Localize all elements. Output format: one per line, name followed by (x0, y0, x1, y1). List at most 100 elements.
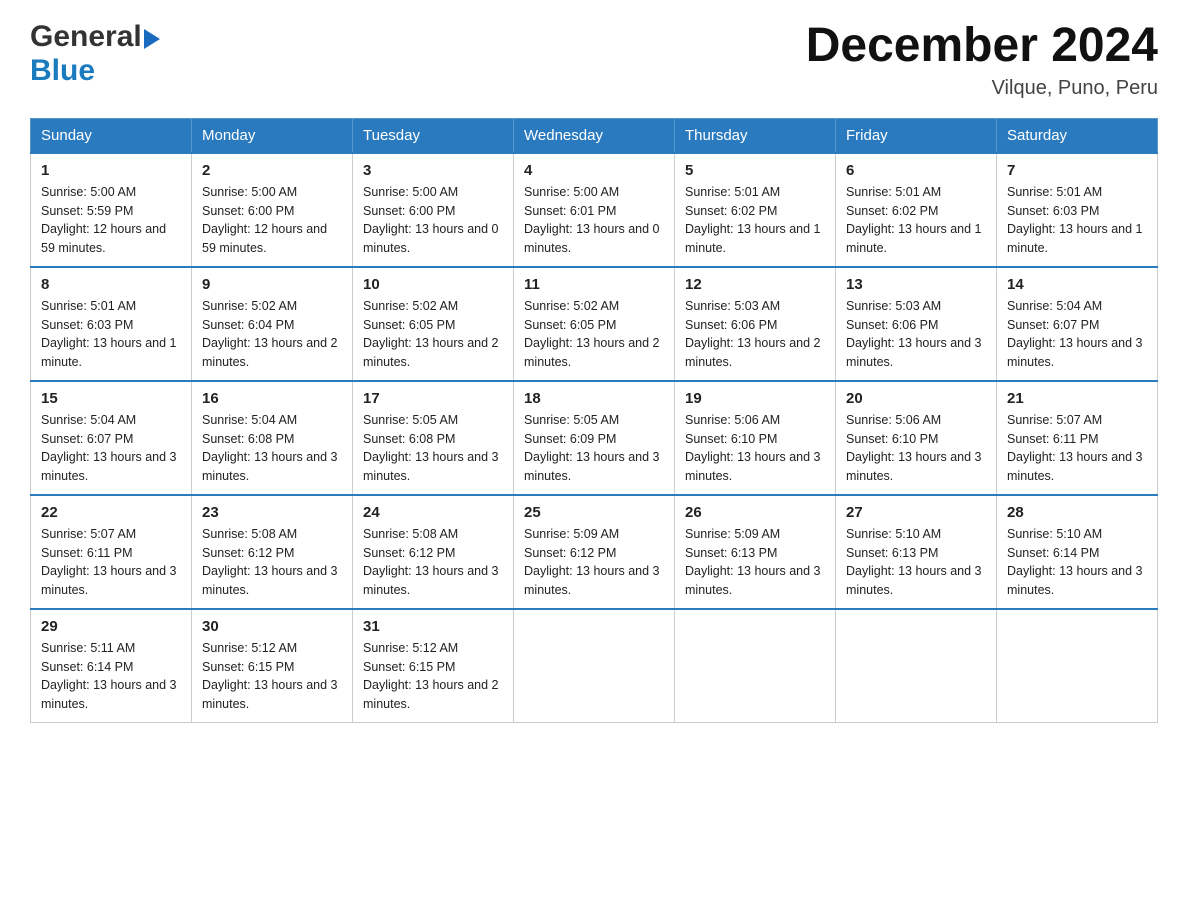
day-number: 24 (363, 504, 503, 521)
day-number: 17 (363, 390, 503, 407)
day-number: 18 (524, 390, 664, 407)
table-row: 24 Sunrise: 5:08 AMSunset: 6:12 PMDaylig… (353, 495, 514, 609)
day-info: Sunrise: 5:00 AMSunset: 6:01 PMDaylight:… (524, 185, 660, 255)
day-info: Sunrise: 5:00 AMSunset: 6:00 PMDaylight:… (202, 185, 327, 255)
table-row: 29 Sunrise: 5:11 AMSunset: 6:14 PMDaylig… (31, 609, 192, 723)
day-number: 19 (685, 390, 825, 407)
table-row: 4 Sunrise: 5:00 AMSunset: 6:01 PMDayligh… (514, 153, 675, 267)
calendar-week-4: 22 Sunrise: 5:07 AMSunset: 6:11 PMDaylig… (31, 495, 1158, 609)
day-number: 6 (846, 162, 986, 179)
table-row: 9 Sunrise: 5:02 AMSunset: 6:04 PMDayligh… (192, 267, 353, 381)
table-row: 8 Sunrise: 5:01 AMSunset: 6:03 PMDayligh… (31, 267, 192, 381)
day-info: Sunrise: 5:05 AMSunset: 6:09 PMDaylight:… (524, 413, 660, 483)
title-block: December 2024 Vilque, Puno, Peru (806, 20, 1158, 100)
calendar-week-2: 8 Sunrise: 5:01 AMSunset: 6:03 PMDayligh… (31, 267, 1158, 381)
page-header: General Blue December 2024 Vilque, Puno,… (30, 20, 1158, 100)
day-info: Sunrise: 5:00 AMSunset: 5:59 PMDaylight:… (41, 185, 166, 255)
table-row: 2 Sunrise: 5:00 AMSunset: 6:00 PMDayligh… (192, 153, 353, 267)
day-number: 10 (363, 276, 503, 293)
day-number: 13 (846, 276, 986, 293)
table-row: 12 Sunrise: 5:03 AMSunset: 6:06 PMDaylig… (675, 267, 836, 381)
day-number: 25 (524, 504, 664, 521)
day-info: Sunrise: 5:12 AMSunset: 6:15 PMDaylight:… (363, 641, 499, 711)
col-header-thursday: Thursday (675, 118, 836, 153)
day-info: Sunrise: 5:09 AMSunset: 6:13 PMDaylight:… (685, 527, 821, 597)
day-info: Sunrise: 5:09 AMSunset: 6:12 PMDaylight:… (524, 527, 660, 597)
day-info: Sunrise: 5:03 AMSunset: 6:06 PMDaylight:… (685, 299, 821, 369)
day-number: 5 (685, 162, 825, 179)
col-header-sunday: Sunday (31, 118, 192, 153)
calendar-week-5: 29 Sunrise: 5:11 AMSunset: 6:14 PMDaylig… (31, 609, 1158, 723)
day-number: 28 (1007, 504, 1147, 521)
table-row: 6 Sunrise: 5:01 AMSunset: 6:02 PMDayligh… (836, 153, 997, 267)
table-row: 30 Sunrise: 5:12 AMSunset: 6:15 PMDaylig… (192, 609, 353, 723)
day-info: Sunrise: 5:04 AMSunset: 6:07 PMDaylight:… (1007, 299, 1143, 369)
table-row: 18 Sunrise: 5:05 AMSunset: 6:09 PMDaylig… (514, 381, 675, 495)
calendar-week-3: 15 Sunrise: 5:04 AMSunset: 6:07 PMDaylig… (31, 381, 1158, 495)
day-info: Sunrise: 5:02 AMSunset: 6:05 PMDaylight:… (524, 299, 660, 369)
day-number: 14 (1007, 276, 1147, 293)
table-row: 20 Sunrise: 5:06 AMSunset: 6:10 PMDaylig… (836, 381, 997, 495)
table-row: 5 Sunrise: 5:01 AMSunset: 6:02 PMDayligh… (675, 153, 836, 267)
table-row (514, 609, 675, 723)
day-info: Sunrise: 5:03 AMSunset: 6:06 PMDaylight:… (846, 299, 982, 369)
day-info: Sunrise: 5:10 AMSunset: 6:13 PMDaylight:… (846, 527, 982, 597)
day-info: Sunrise: 5:07 AMSunset: 6:11 PMDaylight:… (1007, 413, 1143, 483)
day-info: Sunrise: 5:05 AMSunset: 6:08 PMDaylight:… (363, 413, 499, 483)
col-header-monday: Monday (192, 118, 353, 153)
table-row: 11 Sunrise: 5:02 AMSunset: 6:05 PMDaylig… (514, 267, 675, 381)
day-info: Sunrise: 5:08 AMSunset: 6:12 PMDaylight:… (363, 527, 499, 597)
table-row: 22 Sunrise: 5:07 AMSunset: 6:11 PMDaylig… (31, 495, 192, 609)
table-row: 23 Sunrise: 5:08 AMSunset: 6:12 PMDaylig… (192, 495, 353, 609)
day-number: 21 (1007, 390, 1147, 407)
table-row: 1 Sunrise: 5:00 AMSunset: 5:59 PMDayligh… (31, 153, 192, 267)
col-header-saturday: Saturday (997, 118, 1158, 153)
day-number: 30 (202, 618, 342, 635)
logo-general-text: General (30, 20, 142, 54)
day-info: Sunrise: 5:06 AMSunset: 6:10 PMDaylight:… (846, 413, 982, 483)
calendar-week-1: 1 Sunrise: 5:00 AMSunset: 5:59 PMDayligh… (31, 153, 1158, 267)
day-number: 2 (202, 162, 342, 179)
table-row: 7 Sunrise: 5:01 AMSunset: 6:03 PMDayligh… (997, 153, 1158, 267)
col-header-friday: Friday (836, 118, 997, 153)
month-title: December 2024 (806, 20, 1158, 73)
day-number: 15 (41, 390, 181, 407)
day-number: 23 (202, 504, 342, 521)
day-info: Sunrise: 5:06 AMSunset: 6:10 PMDaylight:… (685, 413, 821, 483)
day-number: 12 (685, 276, 825, 293)
logo-arrow-icon (144, 29, 160, 49)
table-row (675, 609, 836, 723)
day-number: 4 (524, 162, 664, 179)
table-row: 27 Sunrise: 5:10 AMSunset: 6:13 PMDaylig… (836, 495, 997, 609)
table-row: 25 Sunrise: 5:09 AMSunset: 6:12 PMDaylig… (514, 495, 675, 609)
day-number: 1 (41, 162, 181, 179)
table-row: 21 Sunrise: 5:07 AMSunset: 6:11 PMDaylig… (997, 381, 1158, 495)
day-number: 27 (846, 504, 986, 521)
day-number: 26 (685, 504, 825, 521)
day-info: Sunrise: 5:10 AMSunset: 6:14 PMDaylight:… (1007, 527, 1143, 597)
table-row (836, 609, 997, 723)
day-number: 3 (363, 162, 503, 179)
table-row: 17 Sunrise: 5:05 AMSunset: 6:08 PMDaylig… (353, 381, 514, 495)
table-row: 19 Sunrise: 5:06 AMSunset: 6:10 PMDaylig… (675, 381, 836, 495)
day-info: Sunrise: 5:02 AMSunset: 6:04 PMDaylight:… (202, 299, 338, 369)
day-info: Sunrise: 5:00 AMSunset: 6:00 PMDaylight:… (363, 185, 499, 255)
day-number: 9 (202, 276, 342, 293)
col-header-wednesday: Wednesday (514, 118, 675, 153)
table-row: 13 Sunrise: 5:03 AMSunset: 6:06 PMDaylig… (836, 267, 997, 381)
day-number: 11 (524, 276, 664, 293)
table-row: 28 Sunrise: 5:10 AMSunset: 6:14 PMDaylig… (997, 495, 1158, 609)
day-info: Sunrise: 5:01 AMSunset: 6:02 PMDaylight:… (685, 185, 821, 255)
col-header-tuesday: Tuesday (353, 118, 514, 153)
day-info: Sunrise: 5:07 AMSunset: 6:11 PMDaylight:… (41, 527, 177, 597)
table-row: 31 Sunrise: 5:12 AMSunset: 6:15 PMDaylig… (353, 609, 514, 723)
table-row: 3 Sunrise: 5:00 AMSunset: 6:00 PMDayligh… (353, 153, 514, 267)
day-info: Sunrise: 5:04 AMSunset: 6:07 PMDaylight:… (41, 413, 177, 483)
day-number: 8 (41, 276, 181, 293)
day-number: 20 (846, 390, 986, 407)
logo: General Blue (30, 20, 162, 88)
day-number: 7 (1007, 162, 1147, 179)
table-row: 26 Sunrise: 5:09 AMSunset: 6:13 PMDaylig… (675, 495, 836, 609)
table-row: 15 Sunrise: 5:04 AMSunset: 6:07 PMDaylig… (31, 381, 192, 495)
day-info: Sunrise: 5:01 AMSunset: 6:03 PMDaylight:… (41, 299, 177, 369)
